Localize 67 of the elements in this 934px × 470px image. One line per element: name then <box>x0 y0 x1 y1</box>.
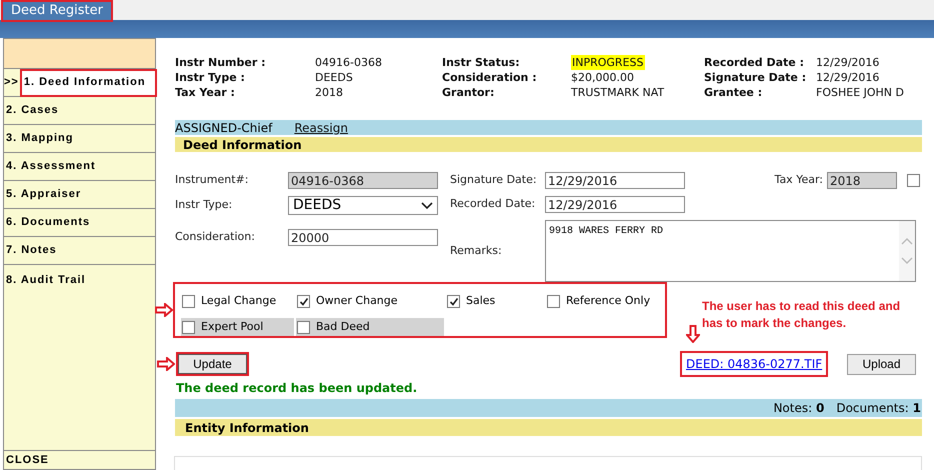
summary-value: DEEDS <box>315 70 353 85</box>
summary-value: FOSHEE JOHN D <box>816 85 904 100</box>
summary-label: Instr Type : <box>175 70 246 85</box>
checkbox[interactable] <box>547 295 560 308</box>
checkbox[interactable] <box>182 321 195 334</box>
summary-label: Instr Status: <box>442 55 521 70</box>
sidebar-item[interactable]: 7. Notes <box>4 242 59 259</box>
checkbox[interactable] <box>182 295 195 308</box>
instr-type-select[interactable]: DEEDS <box>288 196 438 215</box>
summary-label: Consideration : <box>442 70 538 85</box>
count-text: Documents: 1 <box>836 400 921 417</box>
section-header: Entity Information <box>175 419 922 436</box>
flag-label: Sales <box>466 293 496 310</box>
status-message: The deed record has been updated. <box>175 380 418 397</box>
deed-link[interactable]: DEED: 04836-0277.TIF <box>682 353 826 375</box>
summary-value: INPROGRESS <box>571 55 644 70</box>
field-label: Consideration: <box>175 229 256 246</box>
flag-label: Expert Pool <box>201 319 264 336</box>
summary-label: Tax Year : <box>175 85 236 100</box>
summary-label: Recorded Date : <box>704 55 805 70</box>
consideration-field[interactable]: 20000 <box>288 229 438 246</box>
app-tab[interactable]: Deed Register <box>3 2 111 20</box>
assignment-text: ASSIGNED-Chief <box>175 120 272 136</box>
summary-value: 12/29/2016 <box>816 70 880 85</box>
field-label: Signature Date: <box>450 172 538 188</box>
sidebar-item[interactable]: 5. Appraiser <box>4 186 84 203</box>
section-header: Deed Information <box>175 137 922 152</box>
sidebar-item[interactable]: 8. Audit Trail <box>4 272 88 288</box>
flag-label: Bad Deed <box>316 319 370 336</box>
field-label: Instr Type: <box>175 197 234 214</box>
summary-value: TRUSTMARK NAT <box>571 85 664 100</box>
arrow-icon <box>686 325 700 343</box>
annotation-note: The user has to read this deed and has to mark the changes. <box>702 298 902 332</box>
sidebar-item[interactable]: 4. Assessment <box>4 158 98 175</box>
sidebar-item[interactable]: 2. Cases <box>4 102 61 119</box>
field-label: Instrument#: <box>175 172 250 188</box>
sidebar-item[interactable]: 1. Deed Information <box>22 70 155 94</box>
update-button[interactable]: Update <box>178 354 247 374</box>
summary-label: Grantee : <box>704 85 764 100</box>
recorded-date-field[interactable]: 12/29/2016 <box>545 196 685 213</box>
flag-label: Owner Change <box>316 293 398 310</box>
summary-value: 2018 <box>315 85 343 100</box>
signature-date-field[interactable]: 12/29/2016 <box>545 172 685 189</box>
arrow-icon <box>155 303 173 317</box>
summary-value: 04916-0368 <box>315 55 382 70</box>
checkbox[interactable] <box>297 321 310 334</box>
reassign-link[interactable]: Reassign <box>294 118 348 136</box>
upload-button[interactable]: Upload <box>847 354 916 374</box>
checkbox[interactable] <box>447 295 460 308</box>
flag-label: Reference Only <box>566 293 650 310</box>
summary-label: Signature Date : <box>704 70 808 85</box>
sidebar-item[interactable]: 6. Documents <box>4 214 92 231</box>
field-label: Recorded Date: <box>450 196 536 212</box>
summary-value: 12/29/2016 <box>816 55 880 70</box>
count-text: Notes: 0 <box>773 400 824 417</box>
close-button[interactable]: CLOSE <box>4 451 155 469</box>
summary-label: Instr Number : <box>175 55 266 70</box>
field-label: Remarks: <box>450 242 503 259</box>
summary-label: Grantor: <box>442 85 496 100</box>
summary-value: $20,000.00 <box>571 70 634 85</box>
checkbox[interactable] <box>297 295 310 308</box>
arrow-icon <box>157 357 175 371</box>
sidebar-item[interactable]: 3. Mapping <box>4 130 76 147</box>
flag-label: Legal Change <box>201 293 276 310</box>
field-label: Tax Year: <box>774 172 823 188</box>
chevron-down-icon <box>421 202 433 210</box>
current-marker: >> <box>4 75 19 90</box>
